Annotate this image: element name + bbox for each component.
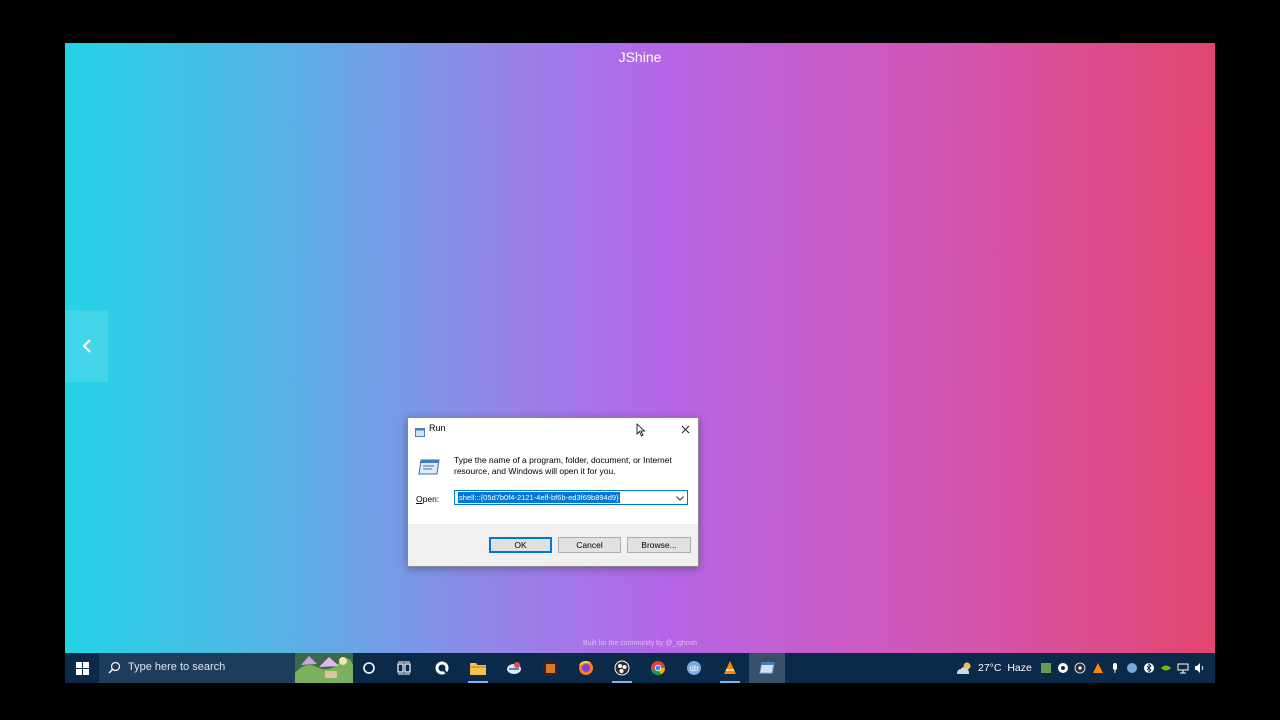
app-tray-icon[interactable] bbox=[1039, 661, 1052, 674]
open-label: Open: bbox=[416, 494, 439, 504]
vlc-tray-icon[interactable] bbox=[1091, 661, 1104, 674]
nvidia-icon[interactable] bbox=[1159, 661, 1172, 674]
quickshare-icon[interactable] bbox=[431, 657, 453, 679]
open-combobox[interactable]: shell:::{05d7b0f4-2121-4eff-bf6b-ed3f69b… bbox=[454, 490, 688, 505]
file-explorer-icon[interactable] bbox=[467, 657, 489, 683]
weather-status[interactable]: 27°C Haze bbox=[978, 662, 1032, 674]
calculator-app-icon[interactable] bbox=[539, 657, 561, 679]
vlc-icon[interactable] bbox=[719, 657, 741, 683]
open-label-accelerator: O bbox=[416, 494, 423, 504]
browse-button[interactable]: Browse... bbox=[627, 537, 691, 553]
run-program-icon bbox=[417, 458, 441, 481]
search-placeholder: Type here to search bbox=[128, 661, 226, 673]
footer-credit: Built for the community by @_ighosh bbox=[582, 640, 698, 647]
close-icon bbox=[681, 425, 689, 433]
cancel-button[interactable]: Cancel bbox=[558, 537, 621, 553]
svg-text:qb: qb bbox=[690, 664, 699, 673]
previous-arrow-button[interactable] bbox=[65, 310, 108, 382]
dialog-description: Type the name of a program, folder, docu… bbox=[454, 455, 672, 476]
close-button[interactable] bbox=[678, 422, 692, 436]
network-app-icon[interactable] bbox=[503, 657, 525, 679]
firefox-icon[interactable] bbox=[575, 657, 597, 679]
bluetooth-devices-icon[interactable] bbox=[1142, 661, 1155, 674]
dialog-titlebar[interactable]: Run bbox=[408, 418, 698, 440]
microphone-icon[interactable] bbox=[1108, 661, 1121, 674]
temperature: 27°C bbox=[978, 662, 1002, 674]
taskbar: Type here to search qb 27°C Haze bbox=[65, 653, 1215, 683]
search-box[interactable]: Type here to search bbox=[99, 653, 353, 683]
weather-icon[interactable] bbox=[955, 661, 973, 680]
open-label-text: pen: bbox=[422, 494, 440, 504]
windows-logo-icon bbox=[75, 661, 89, 675]
dialog-title: Run bbox=[429, 423, 446, 433]
volume-icon[interactable] bbox=[1193, 661, 1206, 674]
run-app-icon[interactable] bbox=[749, 653, 785, 683]
shield-tray-icon[interactable] bbox=[1056, 661, 1069, 674]
ok-button[interactable]: OK bbox=[489, 537, 552, 553]
mouse-cursor-icon bbox=[636, 423, 646, 442]
search-icon bbox=[108, 661, 121, 679]
obs-icon[interactable] bbox=[611, 657, 633, 683]
dropdown-button[interactable] bbox=[675, 493, 685, 503]
run-dialog: Run Type the name of a program, folder, … bbox=[407, 417, 699, 567]
qbittorrent-tray-icon[interactable] bbox=[1125, 661, 1138, 674]
cortana-icon[interactable] bbox=[358, 657, 380, 679]
weather-condition: Haze bbox=[1007, 662, 1032, 674]
search-highlight-illustration bbox=[295, 653, 353, 683]
chevron-down-icon bbox=[676, 495, 684, 501]
open-input-value[interactable]: shell:::{05d7b0f4-2121-4eff-bf6b-ed3f69b… bbox=[458, 492, 620, 503]
obs-tray-icon[interactable] bbox=[1073, 661, 1086, 674]
network-icon[interactable] bbox=[1176, 661, 1189, 674]
run-icon bbox=[415, 424, 425, 442]
start-button[interactable] bbox=[65, 653, 99, 683]
desktop: JShine Built for the community by @_igho… bbox=[65, 43, 1215, 683]
qbittorrent-icon[interactable]: qb bbox=[683, 657, 705, 679]
task-view-icon[interactable] bbox=[393, 657, 415, 679]
chrome-icon[interactable] bbox=[647, 657, 669, 679]
desktop-title: JShine bbox=[618, 49, 662, 65]
chevron-left-icon bbox=[81, 339, 91, 353]
